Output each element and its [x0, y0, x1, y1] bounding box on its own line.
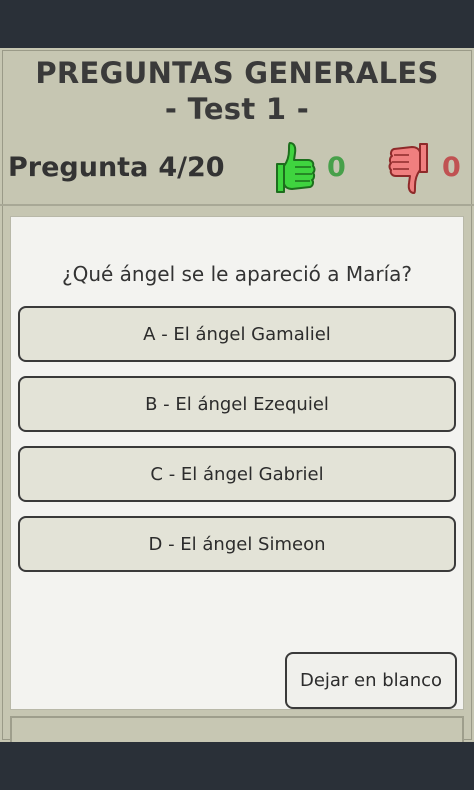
wrong-count: 0	[442, 152, 461, 183]
answer-b-button[interactable]: B - El ángel Ezequiel	[18, 376, 456, 432]
answer-d-button[interactable]: D - El ángel Simeon	[18, 516, 456, 572]
quiz-screen: PREGUNTAS GENERALES - Test 1 - Pregunta 4…	[0, 48, 474, 780]
header-divider	[0, 204, 474, 206]
page-title: PREGUNTAS GENERALES	[35, 56, 439, 90]
correct-count: 0	[327, 152, 346, 183]
answer-c-button[interactable]: C - El ángel Gabriel	[18, 446, 456, 502]
status-bar	[0, 0, 474, 48]
thumbs-down-icon	[388, 143, 428, 194]
test-subtitle: - Test 1 -	[164, 92, 310, 126]
answer-a-button[interactable]: A - El ángel Gamaliel	[18, 306, 456, 362]
navigation-bar	[0, 742, 474, 790]
question-counter: Pregunta 4/20	[8, 152, 225, 183]
skip-button[interactable]: Dejar en blanco	[285, 652, 457, 709]
thumbs-up-icon	[276, 142, 316, 193]
question-text: ¿Qué ángel se le apareció a María?	[61, 262, 413, 286]
question-label: Pregunta	[8, 152, 149, 183]
question-progress: 4/20	[158, 152, 225, 183]
